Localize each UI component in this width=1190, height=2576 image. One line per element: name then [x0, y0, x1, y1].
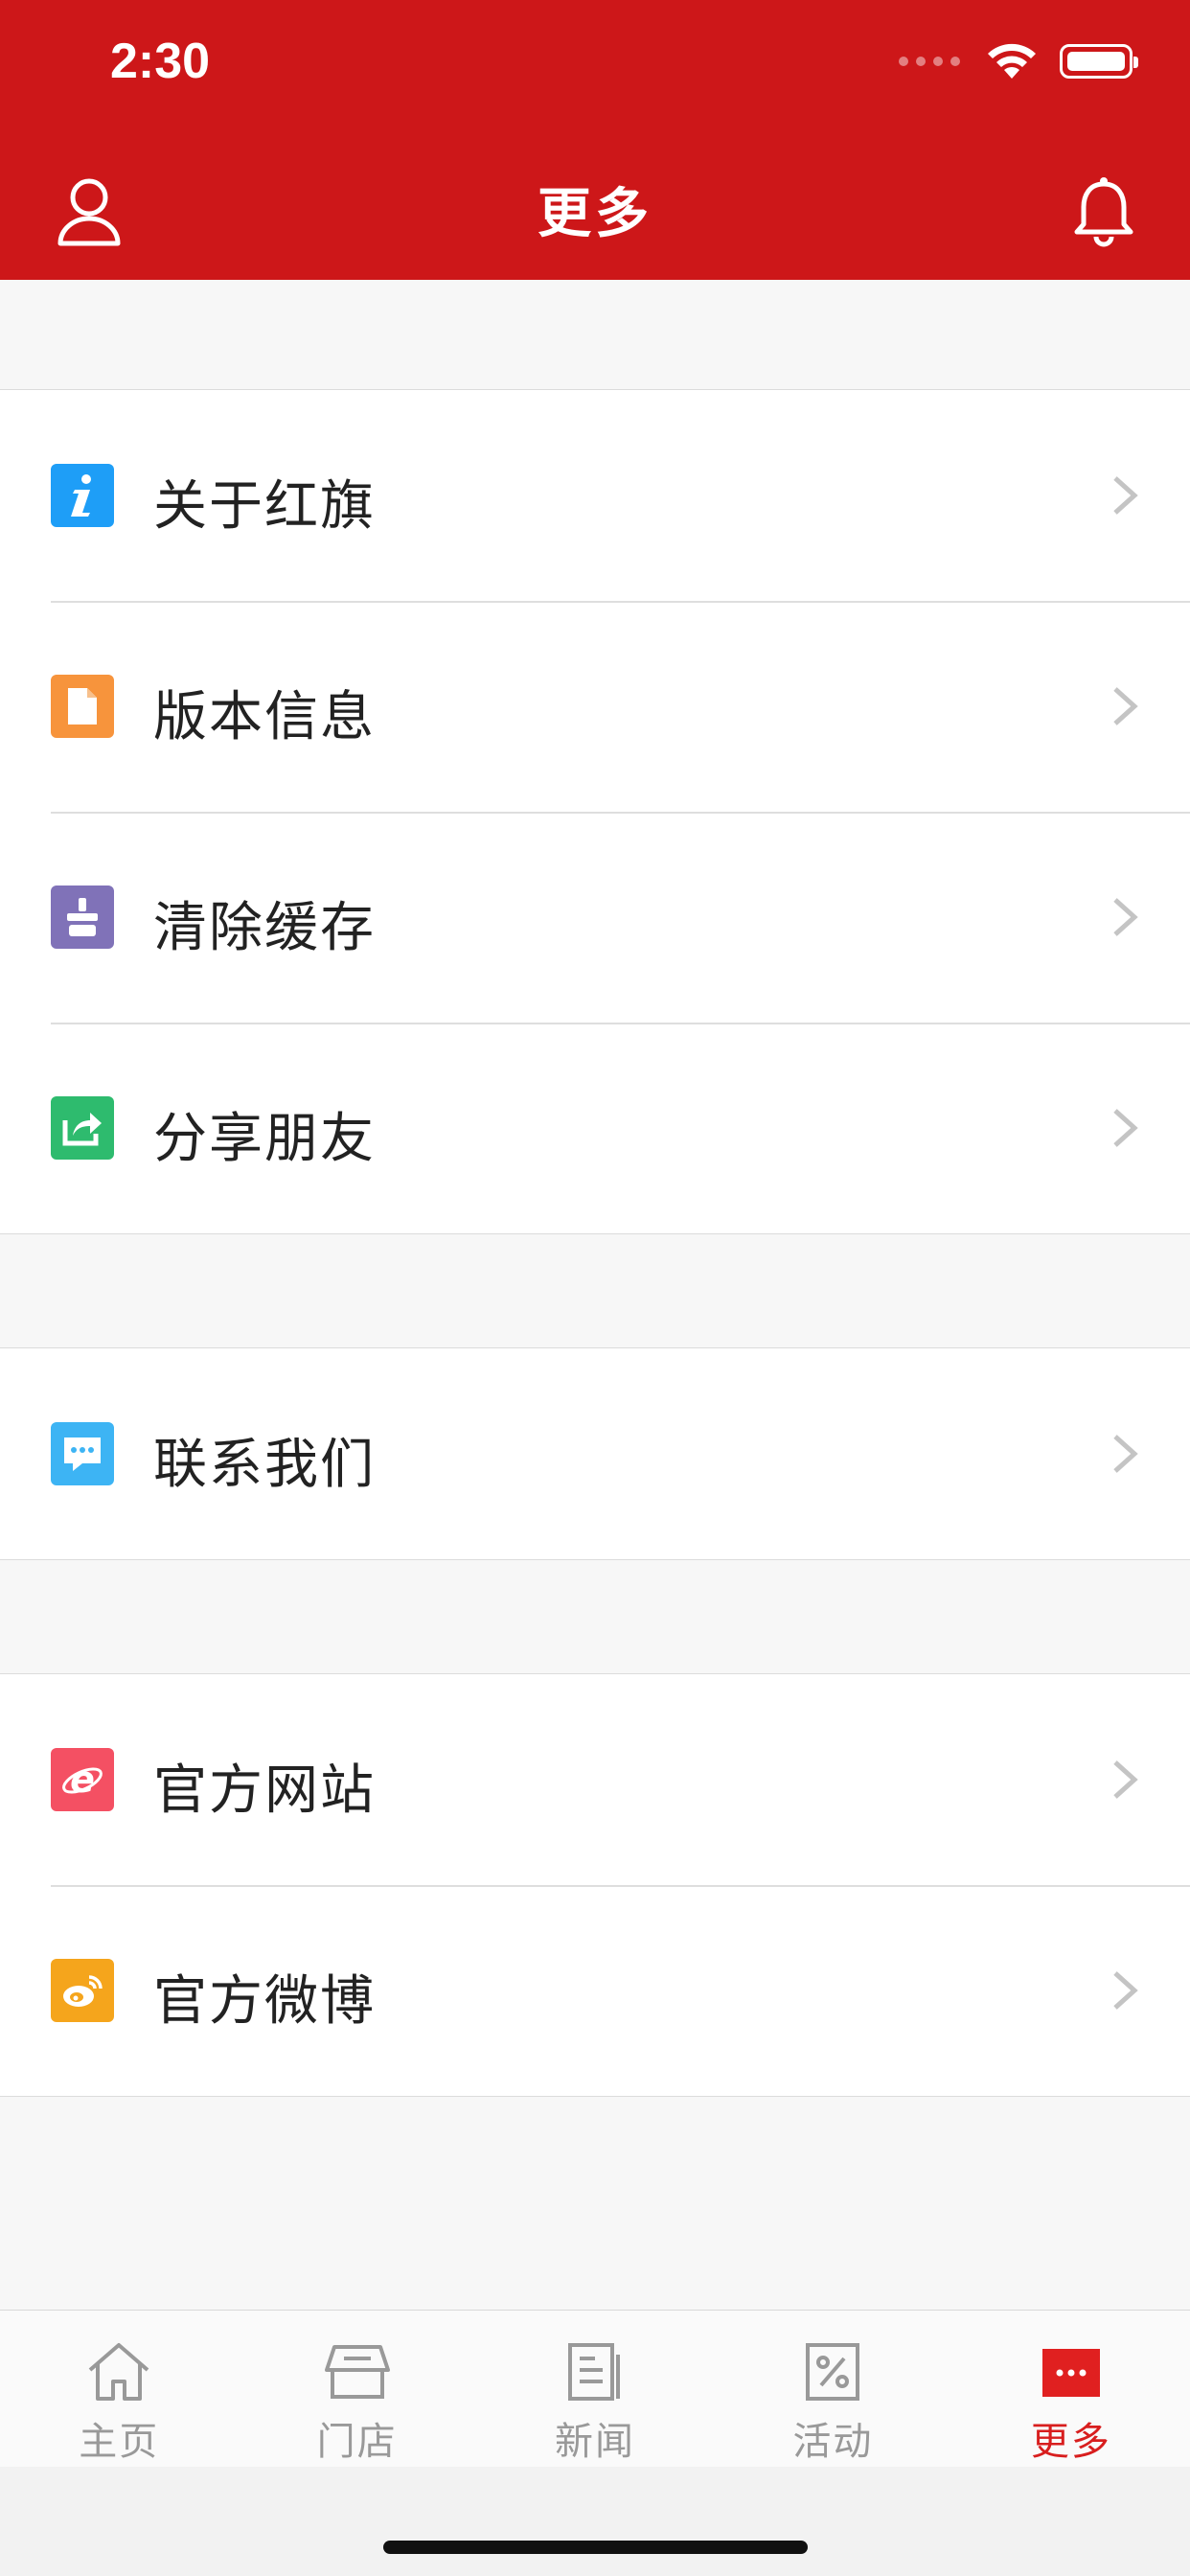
menu-item-clear-cache[interactable]: 清除缓存 [0, 812, 1190, 1023]
menu-item-version[interactable]: 版本信息 [0, 601, 1190, 812]
menu-item-label: 版本信息 [153, 686, 376, 748]
chevron-right-icon [1113, 1109, 1138, 1147]
status-time: 2:30 [110, 34, 211, 89]
status-indicators [899, 40, 1138, 82]
menu-item-contact-us[interactable]: 联系我们 [0, 1348, 1190, 1559]
svg-text:e: e [70, 1760, 95, 1800]
more-icon [1041, 2349, 1100, 2397]
discount-icon [806, 2343, 860, 2401]
chevron-right-icon [1113, 1760, 1138, 1799]
menu-item-label: 官方微博 [153, 1970, 376, 2033]
chevron-right-icon [1113, 1971, 1138, 2010]
menu-item-about[interactable]: 关于红旗 [0, 390, 1190, 601]
tab-store[interactable]: 门店 [238, 2311, 475, 2467]
tab-activity[interactable]: 活动 [714, 2311, 951, 2467]
tab-home[interactable]: 主页 [0, 2311, 238, 2467]
document-icon [51, 675, 114, 738]
battery-icon [1060, 44, 1138, 79]
news-icon [568, 2343, 621, 2401]
menu-item-share[interactable]: 分享朋友 [0, 1023, 1190, 1233]
settings-group-official: e 官方网站 官方微博 [0, 1673, 1190, 2097]
cellular-signal-icon [899, 57, 960, 66]
top-bar: 2:30 更多 [0, 0, 1190, 280]
weibo-icon [51, 1959, 114, 2022]
menu-item-label: 官方网站 [153, 1760, 376, 1822]
tab-news[interactable]: 新闻 [476, 2311, 714, 2467]
menu-item-label: 清除缓存 [153, 897, 376, 959]
info-icon [51, 464, 114, 527]
notification-bell-icon[interactable] [1070, 174, 1137, 247]
menu-item-official-weibo[interactable]: 官方微博 [0, 1885, 1190, 2096]
share-icon [51, 1096, 114, 1160]
store-icon [324, 2345, 390, 2399]
broom-icon [51, 886, 114, 949]
tab-more[interactable]: 更多 [952, 2311, 1190, 2467]
page-title: 更多 [538, 183, 652, 245]
bottom-tab-bar: 主页 门店 新闻 活动 更多 [0, 2310, 1190, 2467]
home-indicator-area [0, 2467, 1190, 2576]
chevron-right-icon [1113, 687, 1138, 725]
tab-label: 更多 [1030, 2420, 1111, 2464]
wifi-icon [988, 43, 1036, 79]
tab-label: 主页 [79, 2420, 160, 2464]
chevron-right-icon [1113, 476, 1138, 515]
chevron-right-icon [1113, 1435, 1138, 1473]
menu-item-official-website[interactable]: e 官方网站 [0, 1674, 1190, 1885]
chat-icon [51, 1422, 114, 1485]
settings-group-contact: 联系我们 [0, 1347, 1190, 1560]
browser-icon: e [51, 1748, 114, 1811]
menu-item-label: 分享朋友 [153, 1108, 376, 1170]
chevron-right-icon [1113, 898, 1138, 936]
tab-label: 门店 [316, 2420, 398, 2464]
tab-label: 新闻 [555, 2420, 636, 2464]
home-icon [88, 2343, 149, 2401]
menu-item-label: 联系我们 [153, 1434, 376, 1496]
menu-item-label: 关于红旗 [153, 475, 376, 538]
tab-label: 活动 [792, 2420, 874, 2464]
settings-group-general: 关于红旗 版本信息 清除缓存 分享朋友 [0, 389, 1190, 1234]
home-indicator[interactable] [383, 2541, 808, 2554]
